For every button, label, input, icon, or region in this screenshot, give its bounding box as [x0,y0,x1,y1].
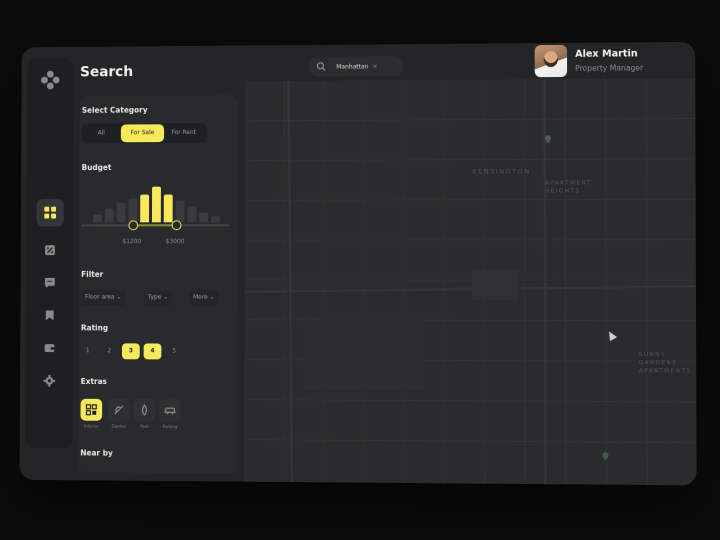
histogram-bar [151,186,161,223]
dropdown-label: Type [147,293,162,301]
grid-icon[interactable] [36,198,64,227]
histogram-bar [104,208,114,223]
histogram-bar [187,206,197,223]
budget-max-value: $3000 [165,238,185,246]
extra-garden-button[interactable] [107,398,130,421]
rating-2[interactable]: 2 [100,343,118,359]
logo-icon[interactable] [41,70,61,91]
chat-icon[interactable] [38,271,62,295]
histogram-bar [116,202,126,223]
histogram-bar [199,212,209,223]
type-dropdown[interactable]: Type ⌄ [143,289,173,306]
extra-interior-button[interactable] [80,398,103,421]
more-dropdown[interactable]: More ⌄ [189,289,219,306]
sidebar-rail [25,58,75,449]
extra-pool-button[interactable] [133,399,156,422]
histogram-bar [211,216,220,223]
category-all[interactable]: All [82,124,121,142]
rating-1[interactable]: 1 [79,343,97,359]
search-input[interactable]: Manhattan × [308,56,405,77]
histogram-bar [175,200,185,223]
floor-area-dropdown[interactable]: Floor area ⌄ [81,289,126,306]
percent-icon[interactable] [38,238,62,262]
map-view[interactable]: KENSINGTON APARTMENT HEIGHTS SUNNY GARDE… [244,78,697,486]
category-label: Select Category [81,105,148,115]
search-value: Manhattan [336,62,369,71]
car-icon [164,404,176,416]
filter-panel: Select Category All For Sale For Rent Bu… [78,95,238,474]
category-toggle: All For Sale For Rent [81,123,208,144]
dropdown-label: Floor area [84,293,115,301]
rating-3[interactable]: 3 [121,343,140,360]
map-pin-icon[interactable] [544,135,551,144]
avatar [534,44,568,78]
map-streets [244,78,696,485]
extras-label: Extras [80,376,107,387]
budget-label: Budget [81,163,112,173]
pool-icon [138,404,150,416]
nearby-label: Near by [80,448,113,458]
histogram-bar [128,198,138,223]
bookmark-icon[interactable] [38,304,62,328]
rating-4[interactable]: 4 [143,343,162,360]
map-label-heights: APARTMENT HEIGHTS [544,180,593,195]
map-pin-icon[interactable] [602,452,609,461]
budget-max-handle[interactable] [171,220,182,231]
garden-icon [113,404,125,416]
user-role: Property Manager [575,63,644,73]
filter-label: Filter [81,269,104,279]
extra-parking-button[interactable] [159,399,181,422]
budget-min-handle[interactable] [128,220,139,231]
budget-slider-range [132,224,176,227]
map-label-kensington: KENSINGTON [472,167,531,176]
clear-search-icon[interactable]: × [372,63,377,70]
extra-caption: Interior [84,423,99,429]
budget-histogram [83,182,231,223]
search-icon [316,62,326,72]
interior-icon [85,404,97,416]
wallet-icon[interactable] [38,336,62,360]
user-name: Alex Martin [575,48,638,60]
rating-5[interactable]: 5 [165,343,183,359]
histogram-bar [140,194,150,223]
histogram-bar [163,194,173,223]
category-for-sale[interactable]: For Sale [120,124,165,143]
category-for-rent[interactable]: For Rent [164,124,203,142]
dropdown-label: More [193,293,208,301]
extra-caption: Parking [162,424,178,430]
gear-icon[interactable] [38,369,62,393]
rating-label: Rating [80,323,109,333]
page-title: Search [80,64,134,81]
histogram-bar [93,214,102,223]
budget-min-value: $1200 [122,238,142,246]
app-window: Search Manhattan × Alex Martin Property … [19,41,697,486]
map-label-gardens: SUNNY GARDENS APARTMENTS [638,352,692,375]
